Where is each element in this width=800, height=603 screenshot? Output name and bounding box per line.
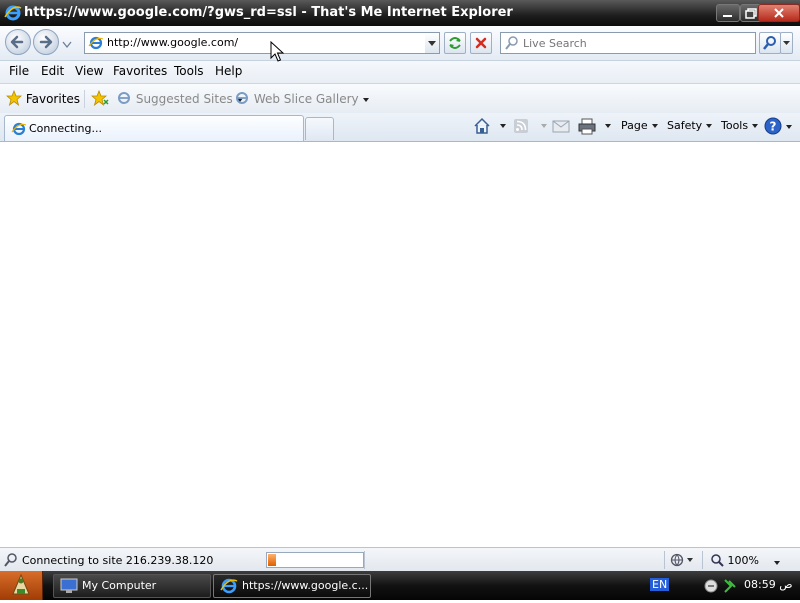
zoom-control[interactable]: 100% [710,553,759,567]
web-slice-gallery-label: Web Slice Gallery [253,92,359,106]
stop-button[interactable] [470,32,492,54]
suggested-sites-link[interactable]: Suggested Sites [116,90,243,106]
globe-icon [88,35,104,54]
favorites-label: Favorites [25,92,81,106]
tools-menu-label: Tools [721,119,749,132]
menu-edit[interactable]: Edit [41,64,64,78]
favorites-bar: Favorites Suggested Sites Web Slice Gall… [0,84,800,113]
mail-icon [552,120,570,133]
home-icon [474,117,490,134]
start-logo-icon [12,573,30,595]
zoom-dropdown[interactable] [770,555,780,569]
ie-icon [236,92,248,104]
search-box[interactable] [500,32,756,54]
magnifier-icon [711,554,724,567]
ie-icon [4,4,22,25]
stop-icon [475,37,487,49]
taskbar: My Computer https://www.google.c... EN 0… [0,571,800,600]
taskbar-item-my-computer[interactable]: My Computer [53,574,211,598]
mouse-cursor-icon [270,41,284,62]
clock: 08:59 ص [744,578,793,591]
tab-bar: Connecting... Page Safety Tools ? [0,113,800,142]
menu-file[interactable]: File [9,64,29,78]
suggested-sites-label: Suggested Sites [135,92,233,106]
ie-icon [11,121,27,140]
rss-icon [514,119,528,133]
zoom-level: 100% [727,554,759,567]
print-icon [578,118,596,135]
magnifier-icon [3,552,19,571]
page-content[interactable] [0,142,800,547]
progress-bar [266,552,364,568]
help-button[interactable]: ? [764,117,792,138]
search-icon [763,36,776,50]
minimize-button[interactable] [716,4,740,22]
menu-bar: File Edit View Favorites Tools Help [0,61,800,84]
home-dropdown[interactable] [496,119,506,132]
taskbar-item-label: https://www.google.c... [242,579,369,592]
title-bar: https://www.google.com/?gws_rd=ssl - Tha… [0,0,800,26]
menu-favorites[interactable]: Favorites [113,64,167,78]
help-icon: ? [764,117,782,135]
search-button[interactable] [759,32,781,54]
feeds-dropdown[interactable] [537,119,547,132]
tab-label: Connecting... [29,122,102,135]
refresh-icon [449,37,461,49]
search-options-dropdown[interactable] [780,32,793,54]
favorites-button[interactable]: Favorites [5,89,81,107]
taskbar-item-label: My Computer [82,579,157,592]
print-dropdown[interactable] [601,119,611,132]
menu-help[interactable]: Help [215,64,242,78]
ie-icon [118,92,130,104]
address-bar[interactable]: http://www.google.com/ [84,32,426,54]
protected-mode-button[interactable] [669,552,693,571]
star-icon [90,89,109,107]
feeds-button[interactable] [513,118,529,137]
add-to-favorites-bar-button[interactable] [90,89,109,107]
start-button[interactable] [0,571,43,600]
safety-menu[interactable]: Safety [667,119,713,132]
navigation-bar: http://www.google.com/ [0,26,800,61]
magnifier-icon [504,35,520,54]
tab-active[interactable]: Connecting... [4,115,304,141]
tray-network-icon[interactable] [703,577,737,598]
page-menu-label: Page [621,119,648,132]
address-dropdown-button[interactable] [425,32,440,54]
status-bar: Connecting to site 216.239.38.120 100% [0,547,800,572]
page-menu[interactable]: Page [621,119,658,132]
menu-tools[interactable]: Tools [174,64,204,78]
window-title: https://www.google.com/?gws_rd=ssl - Tha… [24,5,513,20]
refresh-button[interactable] [444,32,466,54]
close-button[interactable] [758,4,800,22]
status-text: Connecting to site 216.239.38.120 [22,554,214,567]
forward-arrow-icon [39,35,53,49]
back-arrow-icon [10,35,24,49]
tools-menu[interactable]: Tools [721,119,759,132]
safety-menu-label: Safety [667,119,703,132]
progress-fill [268,554,276,566]
web-slice-gallery-link[interactable]: Web Slice Gallery [234,90,369,106]
star-icon [5,89,23,107]
search-input[interactable] [521,34,753,52]
new-tab-button[interactable] [305,117,334,140]
read-mail-button[interactable] [552,118,570,137]
globe-icon [670,553,693,567]
address-url[interactable]: http://www.google.com/ [107,36,238,49]
home-button[interactable] [472,116,492,139]
menu-view[interactable]: View [75,64,103,78]
taskbar-item-internet-explorer[interactable]: https://www.google.c... [213,574,371,598]
ie-icon [220,578,238,594]
computer-icon [60,578,78,593]
language-indicator[interactable]: EN [650,578,670,591]
svg-text:?: ? [770,120,777,134]
back-button[interactable] [5,29,31,55]
print-button[interactable] [578,117,596,138]
forward-button[interactable] [33,29,59,55]
recent-pages-dropdown[interactable] [62,38,72,52]
